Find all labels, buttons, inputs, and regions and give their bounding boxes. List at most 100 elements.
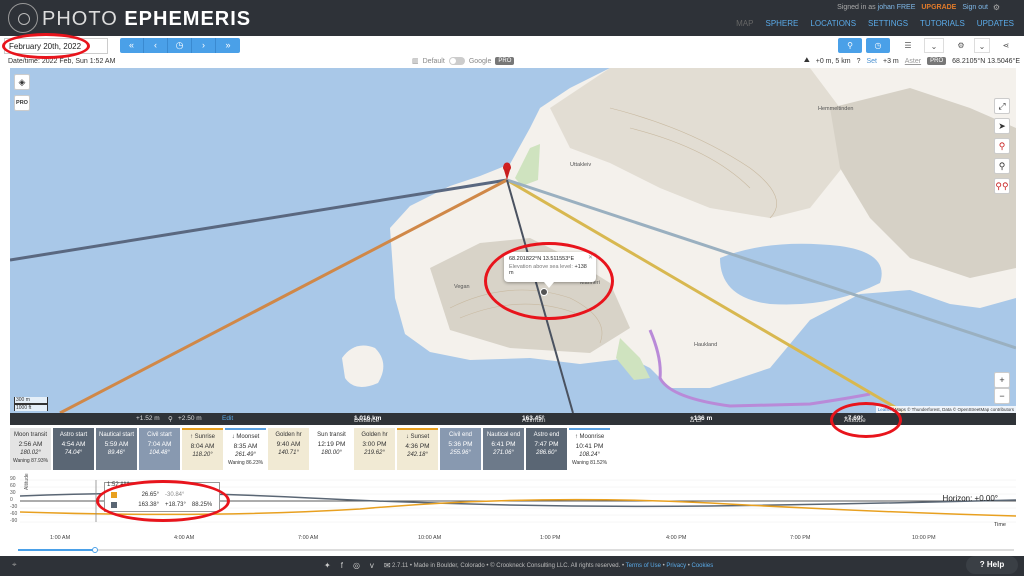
main-nav: MAP SPHERE LOCATIONS SETTINGS TUTORIALS …	[736, 19, 1014, 28]
set-link[interactable]: Set	[866, 58, 877, 65]
event-tile[interactable]: ↑ Sunrise 8:04 AM 118.20°	[182, 428, 223, 470]
sign-out-link[interactable]: Sign out	[962, 4, 988, 11]
close-icon[interactable]: ✕	[588, 254, 593, 261]
footer: ⌖ ✦ f ◎ v ✉ 2.7.11 • Made in Boulder, Co…	[0, 556, 1024, 576]
upgrade-link[interactable]: UPGRADE	[921, 4, 956, 11]
secondary-pin	[540, 288, 548, 296]
red-pin-icon[interactable]: ⚲	[994, 138, 1010, 154]
prev-button[interactable]: ‹	[144, 38, 168, 53]
date-field[interactable]: February 20th, 2022	[4, 38, 108, 54]
event-tile[interactable]: Astro start 4:54 AM 74.04°	[53, 428, 94, 470]
nav-settings[interactable]: SETTINGS	[868, 19, 908, 28]
twitter-icon[interactable]: ✦	[324, 561, 331, 570]
event-tile[interactable]: Civil start 7:04 AM 104.48°	[139, 428, 180, 470]
email-icon[interactable]: ✉	[384, 561, 391, 570]
help-button[interactable]: ? Help	[966, 556, 1018, 574]
gray-pin-icon[interactable]: ⚲	[994, 158, 1010, 174]
search-icon[interactable]: ⚲	[838, 38, 862, 53]
event-time: 5:59 AM	[104, 441, 129, 448]
scale-bar: 300 m 1000 ft	[14, 397, 48, 411]
next-button[interactable]: ›	[192, 38, 216, 53]
event-time: 5:36 PM	[448, 441, 473, 448]
share-icon[interactable]: ⋖	[996, 38, 1016, 53]
event-note: Waning 87.93%	[12, 458, 49, 464]
map-label: Uttakleiv	[570, 162, 592, 168]
footer-text: 2.7.11 • Made in Boulder, Colorado • © C…	[392, 563, 714, 569]
altitude-graph[interactable]: 90 60 30 0 -30 -60 -90 Altitude Horizon:…	[10, 473, 1016, 548]
event-azimuth: 140.71°	[278, 450, 299, 456]
azimuth-readout: Azimuth 163.45°	[522, 415, 546, 424]
now-clock-button[interactable]: ◷	[168, 38, 192, 53]
date-nav-buttons: « ‹ ◷ › »	[120, 38, 240, 53]
slider-handle[interactable]	[92, 547, 98, 553]
event-time: 6:41 PM	[491, 441, 516, 448]
nav-updates[interactable]: UPDATES	[977, 19, 1014, 28]
pro-map-button[interactable]: PRO	[14, 95, 30, 111]
popup-elevation: Elevation above sea level: +138 m	[509, 264, 587, 276]
two-pins-icon[interactable]: ⚲⚲	[994, 178, 1010, 194]
edit-link[interactable]: Edit	[222, 415, 233, 422]
prev-fast-button[interactable]: «	[120, 38, 144, 53]
event-tile[interactable]: Nautical end 6:41 PM 271.06°	[483, 428, 524, 470]
nav-tutorials[interactable]: TUTORIALS	[920, 19, 965, 28]
moon-swatch	[111, 502, 117, 508]
event-azimuth: 286.60°	[536, 450, 557, 456]
instagram-icon[interactable]: ◎	[353, 561, 360, 570]
help-circle-icon[interactable]: ?	[857, 58, 861, 65]
user-name-link[interactable]: johan FREE	[878, 4, 916, 11]
privacy-link[interactable]: Privacy	[666, 563, 686, 569]
event-tile[interactable]: ↑ Moonrise 10:41 PM 108.24° Waning 81.52%	[569, 428, 610, 470]
settings-gear-icon[interactable]: ⚙	[950, 38, 972, 53]
chevron-down-icon[interactable]: ⌄	[924, 38, 944, 53]
next-fast-button[interactable]: »	[216, 38, 240, 53]
account-gear-icon[interactable]: ⚙	[993, 3, 1000, 12]
event-tile[interactable]: Nautical start 5:59 AM 89.46°	[96, 428, 137, 470]
elevation-readout: +0 m, 5 km	[815, 57, 851, 65]
height-readout: +2.50 m	[178, 415, 202, 422]
primary-pin-head	[503, 162, 511, 170]
slider-fill	[18, 549, 96, 551]
nav-locations[interactable]: LOCATIONS	[810, 19, 856, 28]
event-tile[interactable]: ↓ Moonset 8:35 AM 261.49° Waning 86.23%	[225, 428, 266, 470]
map-view[interactable]: Uttakleiv Vegan Manneri Haukland Hemmelt…	[10, 68, 1016, 413]
event-tile[interactable]: Golden hr 9:40 AM 140.71°	[268, 428, 309, 470]
facebook-icon[interactable]: f	[341, 561, 343, 570]
fullscreen-icon[interactable]: ⤢	[994, 98, 1010, 114]
event-label: Astro end	[533, 432, 560, 438]
menu-list-icon[interactable]: ☰	[898, 38, 918, 53]
event-azimuth: 180.00°	[321, 450, 342, 456]
clock-icon[interactable]: ◷	[866, 38, 890, 53]
cookies-link[interactable]: Cookies	[692, 563, 714, 569]
vimeo-icon[interactable]: v	[370, 561, 374, 570]
leaflet-link[interactable]: Leaflet	[878, 407, 892, 412]
zoom-in-button[interactable]: +	[994, 372, 1010, 388]
bookmark-icon[interactable]: ⌖	[12, 560, 17, 570]
event-time: 3:00 PM	[362, 441, 387, 448]
event-label: ↓ Moonset	[231, 434, 260, 440]
event-tile[interactable]: Civil end 5:36 PM 255.96°	[440, 428, 481, 470]
event-tile[interactable]: Sun transit 12:19 PM 180.00°	[311, 428, 352, 470]
locate-arrow-icon[interactable]: ➤	[994, 118, 1010, 134]
event-azimuth: 118.20°	[192, 452, 213, 458]
pro-badge: PRO	[927, 57, 947, 65]
zoom-out-button[interactable]: −	[994, 388, 1010, 404]
layers-icon[interactable]: ◈	[14, 74, 30, 90]
time-slider[interactable]	[18, 547, 1014, 553]
event-tile[interactable]: Golden hr 3:00 PM 219.62°	[354, 428, 395, 470]
event-time: 7:47 PM	[534, 441, 559, 448]
event-tile[interactable]: Moon transit 2:56 AM 180.02° Waning 87.93%	[10, 428, 51, 470]
event-tile[interactable]: Astro end 7:47 PM 286.60°	[526, 428, 567, 470]
event-tile[interactable]: ↓ Sunset 4:36 PM 242.18°	[397, 428, 438, 470]
aster-link[interactable]: Aster	[905, 58, 921, 65]
terrain-icon: ⛰	[803, 57, 810, 64]
event-note: Waning 81.52%	[571, 460, 608, 466]
nav-map[interactable]: MAP	[736, 19, 753, 28]
event-time: 8:35 AM	[233, 443, 258, 450]
nav-sphere[interactable]: SPHERE	[765, 19, 798, 28]
chevron-down-icon[interactable]: ⌄	[974, 38, 990, 53]
layer-toggle[interactable]	[448, 57, 465, 65]
event-azimuth: 108.24°	[579, 452, 600, 458]
event-time: 4:36 PM	[405, 443, 430, 450]
info-row: Date/time: 2022 Feb, Sun 1:52 AM ▥ Defau…	[0, 56, 1024, 68]
terms-link[interactable]: Terms of Use	[626, 563, 661, 569]
